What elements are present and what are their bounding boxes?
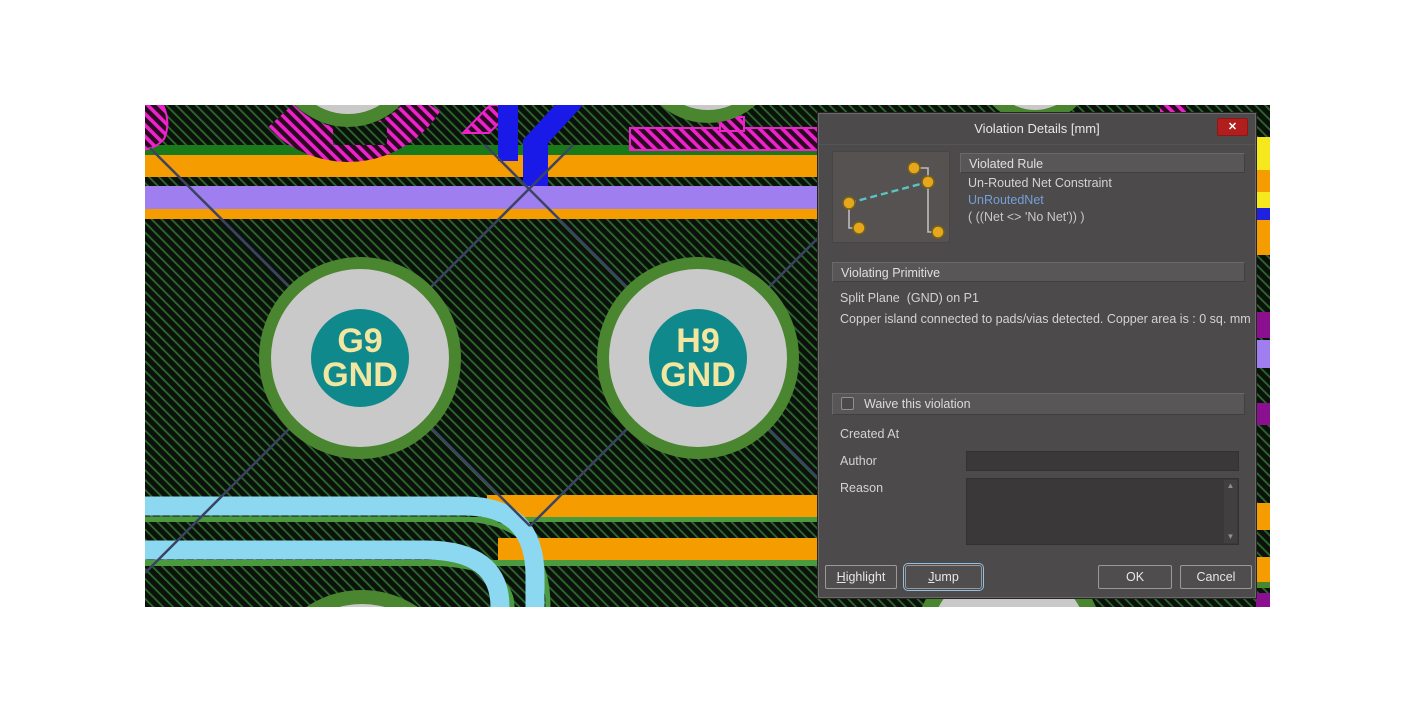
violated-rule-header: Violated Rule (960, 153, 1245, 173)
pad-g9-designator: G9 (337, 322, 382, 360)
rule-expression: ( ((Net <> 'No Net')) ) (968, 210, 1085, 224)
violation-type-icon (832, 151, 950, 243)
close-icon[interactable]: ✕ (1217, 118, 1248, 136)
fragment-orange-1[interactable] (1256, 170, 1270, 192)
violating-primitive-header: Violating Primitive (832, 262, 1245, 282)
jump-button[interactable]: Jump (905, 565, 982, 589)
pad-h9-designator: H9 (676, 322, 719, 360)
trace-purple[interactable] (145, 186, 820, 209)
fragment-yellow-2[interactable] (1256, 192, 1270, 208)
primitive-description: Split Plane (GND) on P1 (840, 291, 979, 305)
trace-orange-thin[interactable] (145, 209, 820, 219)
author-input[interactable] (966, 451, 1239, 471)
magenta-fragment-top[interactable] (1160, 105, 1186, 113)
pad-g9-center[interactable]: G9 GND (311, 309, 409, 407)
trace-orange-low-right[interactable] (498, 538, 820, 560)
pad-h9-center[interactable]: H9 GND (649, 309, 747, 407)
pad-h9-net: GND (660, 356, 736, 394)
highlight-button[interactable]: Highlight (825, 565, 897, 589)
cancel-button[interactable]: Cancel (1180, 565, 1252, 589)
fragment-blue[interactable] (1256, 208, 1270, 220)
fragment-lightpurple[interactable] (1256, 340, 1270, 368)
copper-island-description: Copper island connected to pads/vias det… (840, 312, 1251, 326)
pad-g9-net: GND (322, 356, 398, 394)
violation-details-dialog: Violation Details [mm] ✕ Violated Rule U… (818, 113, 1256, 598)
reason-label: Reason (840, 481, 883, 495)
scroll-down-icon[interactable]: ▼ (1224, 531, 1237, 543)
app-window: G9 GND H9 GND (0, 0, 1416, 712)
highlight-accel: H (837, 570, 846, 584)
reason-textarea[interactable]: ▲ ▼ (966, 478, 1239, 545)
fragment-darkmagenta-1[interactable] (1256, 312, 1270, 338)
author-label: Author (840, 454, 877, 468)
fragment-darkmagenta-3[interactable] (1256, 593, 1270, 607)
reason-scrollbar[interactable]: ▲ ▼ (1224, 480, 1237, 543)
created-at-label: Created At (840, 427, 899, 441)
fragment-green[interactable] (1256, 582, 1270, 588)
fragment-yellow-1[interactable] (1256, 137, 1270, 170)
dialog-title: Violation Details [mm] (819, 114, 1255, 145)
fragment-orange-3[interactable] (1256, 503, 1270, 530)
fragment-orange-4[interactable] (1256, 557, 1270, 585)
ok-button[interactable]: OK (1098, 565, 1172, 589)
waive-label[interactable]: Waive this violation (864, 394, 971, 414)
net-node-dots (843, 162, 944, 238)
fragment-orange-2[interactable] (1256, 220, 1270, 255)
trace-orange-top[interactable] (145, 155, 820, 177)
jump-rest: ump (934, 570, 958, 584)
rule-link[interactable]: UnRoutedNet (968, 193, 1044, 207)
scroll-up-icon[interactable]: ▲ (1224, 480, 1237, 492)
blue-trace-1[interactable] (498, 105, 518, 161)
unrouted-connection-dashed-line (849, 182, 928, 203)
waive-violation-bar: Waive this violation (832, 393, 1245, 415)
trace-orange-mid-right[interactable] (487, 495, 820, 517)
waive-checkbox[interactable] (841, 397, 854, 410)
fragment-darkmagenta-2[interactable] (1256, 403, 1270, 425)
highlight-rest: ighlight (846, 570, 886, 584)
rule-name: Un-Routed Net Constraint (968, 176, 1112, 190)
